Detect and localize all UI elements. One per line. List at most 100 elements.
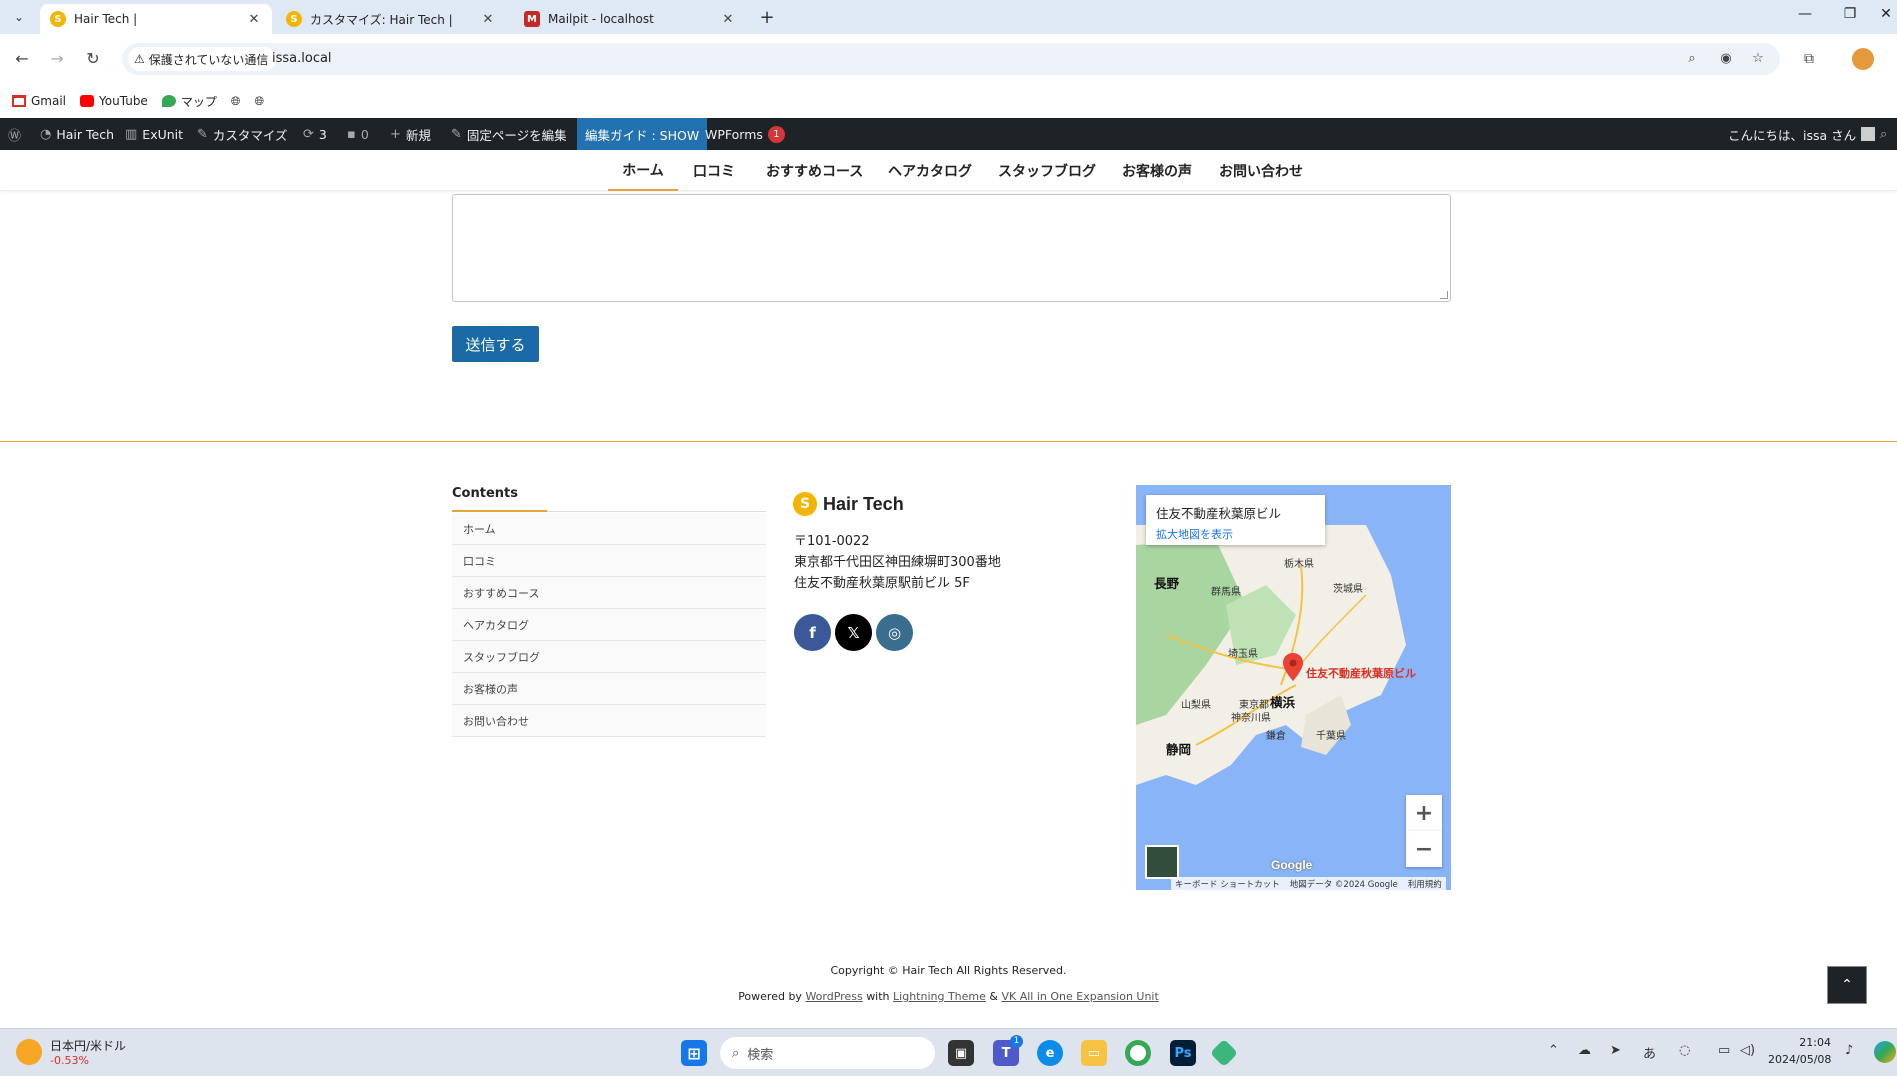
zoom-out-button[interactable]: − <box>1406 831 1442 867</box>
zoom-in-button[interactable]: + <box>1406 795 1442 831</box>
resize-handle-icon[interactable] <box>1440 291 1448 299</box>
satellite-toggle[interactable] <box>1145 845 1179 879</box>
send-icon[interactable]: ➤ <box>1610 1043 1621 1058</box>
footer-menu-catalog[interactable]: ヘアカタログ <box>452 609 766 641</box>
admin-guide-link[interactable]: 編集ガイド : SHOW <box>577 118 708 150</box>
lightning-theme-link[interactable]: Lightning Theme <box>893 990 986 1003</box>
volume-icon[interactable]: ◁) <box>1740 1043 1755 1058</box>
map-pin-icon[interactable] <box>1283 653 1303 681</box>
new-tab-icon[interactable]: + <box>754 6 780 28</box>
zoom-icon[interactable]: ⌕ <box>1682 49 1702 69</box>
footer-menu-staff-blog[interactable]: スタッフブログ <box>452 641 766 673</box>
admin-site-link[interactable]: ◔ Hair Tech <box>40 118 114 150</box>
admin-wpforms-link[interactable]: WPForms 1 <box>705 118 785 150</box>
youtube-icon <box>80 95 95 107</box>
nav-courses[interactable]: おすすめコース <box>766 150 863 191</box>
nav-reviews[interactable]: 口コミ <box>693 150 735 191</box>
address-bar[interactable]: ⚠ 保護されていない通信 issa.local ⌕ ◉ ☆ <box>122 43 1780 75</box>
bookmark-maps[interactable]: マップ <box>161 93 217 110</box>
nav-staff-blog[interactable]: スタッフブログ <box>998 150 1096 191</box>
reload-icon[interactable]: ↻ <box>81 47 105 71</box>
widget-title[interactable]: 日本円/米ドル <box>50 1037 126 1054</box>
wordpress-logo-icon[interactable]: Ⓦ <box>8 118 21 150</box>
tab-title: Hair Tech | <box>74 12 138 26</box>
tab-strip: ⌄ S Hair Tech | ✕ S カスタマイズ: Hair Tech | … <box>0 0 1897 34</box>
tab-customize[interactable]: S カスタマイズ: Hair Tech | ✕ <box>276 4 506 34</box>
bookmark-globe-2[interactable]: 🌐︎ <box>254 94 264 109</box>
extensions-icon[interactable]: ⧉ <box>1798 48 1820 70</box>
admin-site-label: Hair Tech <box>56 126 114 142</box>
close-icon[interactable]: ✕ <box>720 12 736 27</box>
footer-menu-courses[interactable]: おすすめコース <box>452 577 766 609</box>
ime-mode-icon[interactable]: ◌ <box>1679 1043 1690 1058</box>
windows-start-icon[interactable]: ⊞ <box>681 1040 707 1066</box>
admin-new-link[interactable]: + 新規 <box>390 118 431 150</box>
clock-date[interactable]: 2024/05/08 <box>1768 1053 1831 1066</box>
admin-customize-link[interactable]: ✎ カスタマイズ <box>197 118 288 150</box>
bookmark-gmail[interactable]: Gmail <box>12 94 66 108</box>
admin-exunit-link[interactable]: ▥ ExUnit <box>125 118 183 150</box>
terms-link[interactable]: 利用規約 <box>1408 878 1442 890</box>
admin-search-icon[interactable]: ⌕ <box>1880 118 1887 150</box>
nav-catalog[interactable]: ヘアカタログ <box>888 150 972 191</box>
security-chip[interactable]: ⚠ 保護されていない通信 <box>128 47 277 71</box>
taskbar-search[interactable]: ⌕ 検索 <box>720 1037 935 1069</box>
admin-updates-link[interactable]: ⟳ 3 <box>303 118 327 150</box>
close-icon[interactable]: ✕ <box>480 12 496 27</box>
keyboard-shortcuts-link[interactable]: キーボード ショートカット <box>1175 878 1280 890</box>
chrome-icon[interactable] <box>1125 1040 1151 1066</box>
teams-badge: 1 <box>1010 1035 1023 1048</box>
view-larger-map-link[interactable]: 拡大地図を表示 <box>1156 526 1315 542</box>
google-map[interactable]: 長野 群馬県 栃木県 茨城県 埼玉県 山梨県 東京都 横浜 神奈川県 千葉県 鎌… <box>1136 485 1451 890</box>
admin-comments-link[interactable]: ▪ 0 <box>347 118 369 150</box>
wordpress-link[interactable]: WordPress <box>805 990 862 1003</box>
bookmark-globe-1[interactable]: 🌐︎ <box>231 94 241 109</box>
x-icon[interactable]: 𝕏 <box>835 614 872 651</box>
tab-hair-tech[interactable]: S Hair Tech | ✕ <box>40 4 272 34</box>
profile-avatar[interactable] <box>1852 48 1874 70</box>
close-icon[interactable]: ✕ <box>246 12 262 27</box>
submit-button[interactable]: 送信する <box>452 326 539 362</box>
footer-menu-contact[interactable]: お問い合わせ <box>452 705 766 737</box>
weather-widget-icon[interactable] <box>16 1039 42 1065</box>
app-icon[interactable] <box>1209 1038 1239 1068</box>
back-icon[interactable]: ← <box>10 47 34 71</box>
window-close-icon[interactable]: ✕ <box>1866 6 1897 28</box>
file-explorer-icon[interactable]: ▭ <box>1081 1040 1107 1066</box>
message-textarea[interactable] <box>452 194 1451 302</box>
minimize-icon[interactable]: — <box>1785 6 1825 28</box>
chevron-up-icon[interactable]: ⌃ <box>1548 1043 1559 1058</box>
tab-search-chevron-icon[interactable]: ⌄ <box>6 6 32 28</box>
footer-menu-voices[interactable]: お客様の声 <box>452 673 766 705</box>
clock-time[interactable]: 21:04 <box>1775 1036 1831 1049</box>
footer-menu-home[interactable]: ホーム <box>452 513 766 545</box>
facebook-icon[interactable]: f <box>794 614 831 651</box>
bookmark-youtube[interactable]: YouTube <box>80 94 148 108</box>
url-text[interactable]: issa.local <box>272 51 332 66</box>
instagram-icon[interactable]: ◎ <box>876 614 913 651</box>
admin-edit-page-link[interactable]: ✎ 固定ページを編集 <box>451 118 567 150</box>
nav-contact[interactable]: お問い合わせ <box>1219 150 1303 191</box>
vk-expansion-link[interactable]: VK All in One Expansion Unit <box>1001 990 1158 1003</box>
copilot-icon[interactable] <box>1874 1041 1896 1063</box>
footer-menu-reviews[interactable]: 口コミ <box>452 545 766 577</box>
notification-bell-icon[interactable]: ♪ <box>1845 1043 1853 1058</box>
powered-amp: & <box>989 990 998 1003</box>
star-icon[interactable]: ☆ <box>1748 49 1768 69</box>
cloud-icon[interactable]: ☁ <box>1578 1043 1591 1058</box>
task-view-icon[interactable]: ▣ <box>948 1040 974 1066</box>
admin-comments-count: 0 <box>360 126 369 142</box>
forward-icon[interactable]: → <box>45 47 69 71</box>
edge-icon[interactable]: e <box>1037 1040 1063 1066</box>
nav-home[interactable]: ホーム <box>608 150 678 191</box>
nav-voices[interactable]: お客様の声 <box>1122 150 1192 191</box>
footer-brand[interactable]: S Hair Tech <box>793 492 904 516</box>
photoshop-icon[interactable]: Ps <box>1170 1040 1196 1066</box>
ime-indicator[interactable]: あ <box>1643 1043 1656 1062</box>
network-icon[interactable]: ▭ <box>1718 1043 1730 1058</box>
restore-icon[interactable]: ❐ <box>1830 6 1870 28</box>
admin-account-link[interactable]: こんにちは、issa さん <box>1728 118 1876 150</box>
tab-mailpit[interactable]: M Mailpit - localhost ✕ <box>514 4 746 34</box>
page-top-button[interactable]: ⌃ <box>1827 966 1867 1004</box>
eye-off-icon[interactable]: ◉ <box>1716 49 1736 69</box>
